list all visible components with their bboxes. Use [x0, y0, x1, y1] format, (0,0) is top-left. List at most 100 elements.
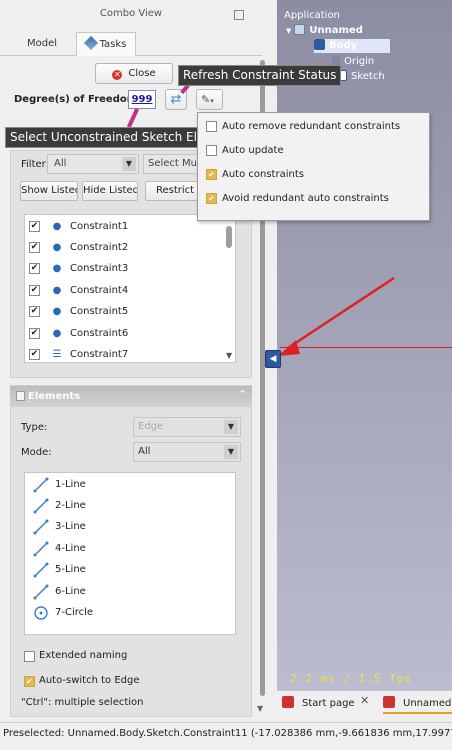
constraint-label: Constraint1	[70, 221, 129, 232]
constraint-list[interactable]: ✔ ● Constraint1 ✔ ● Constraint2 ✔ ● Constraint…	[24, 214, 236, 363]
constraint-checkbox[interactable]: ✔	[29, 263, 40, 274]
tab-tasks[interactable]: Tasks	[76, 32, 136, 56]
settings-dropdown-button[interactable]: ✎▾	[196, 89, 223, 110]
list-item[interactable]: 2-Line	[25, 495, 225, 516]
type-value: Edge	[138, 421, 164, 432]
collapse-panel-button[interactable]: ◀	[265, 350, 281, 368]
line-icon	[33, 584, 49, 600]
tree-item-body[interactable]: Body	[314, 39, 390, 53]
menu-item-avoid-redundant[interactable]: ✔ Avoid redundant auto constraints	[198, 187, 429, 211]
tab-label: Unnamed : 1	[403, 698, 452, 709]
list-scrollbar[interactable]	[226, 226, 232, 248]
list-item[interactable]: ✔ ● Constraint3	[25, 258, 225, 279]
menu-checkbox[interactable]: ✔	[206, 193, 217, 204]
undock-icon[interactable]	[234, 10, 244, 20]
close-button[interactable]: ✕ Close	[95, 63, 173, 84]
coincident-icon: ●	[52, 328, 62, 339]
list-item[interactable]: 7-Circle	[25, 602, 225, 623]
elements-header[interactable]: Elements	[10, 386, 252, 407]
restrict-visibility-button[interactable]: Restrict Visibility	[145, 181, 203, 201]
list-item[interactable]: ✔ ● Constraint4	[25, 280, 225, 301]
tab-tasks-label: Tasks	[99, 39, 127, 50]
tree-item-unnamed[interactable]: ▼ Unnamed	[286, 24, 363, 38]
chevron-down-icon[interactable]: ▼	[226, 351, 232, 360]
filter-select[interactable]: All ▼	[47, 154, 139, 174]
mode-value: All	[138, 446, 151, 457]
menu-item-auto-constraints[interactable]: ✔ Auto constraints	[198, 163, 429, 187]
coincident-icon: ●	[52, 263, 62, 274]
list-item[interactable]: ✔ ● Constraint6	[25, 323, 225, 344]
element-label: 1-Line	[55, 479, 86, 490]
coincident-icon: ●	[52, 221, 62, 232]
filter-label: Filter:	[21, 159, 49, 170]
constraint-label: Constraint5	[70, 306, 129, 317]
menu-item-label: Auto update	[222, 145, 284, 156]
extended-naming-checkbox[interactable]	[24, 651, 35, 662]
panel-tabbar: Model Tasks	[0, 32, 262, 56]
tree-item-label: Origin	[344, 56, 375, 67]
tab-model[interactable]: Model	[16, 32, 68, 56]
list-item[interactable]: 5-Line	[25, 559, 225, 580]
type-select[interactable]: Edge ▼	[133, 417, 241, 437]
element-label: 5-Line	[55, 564, 86, 575]
element-list[interactable]: 1-Line 2-Line 3-Line 4-Line 5-Line 6-Lin…	[24, 472, 236, 635]
mode-select[interactable]: All ▼	[133, 442, 241, 462]
list-item[interactable]: ✔ ● Constraint1	[25, 216, 225, 237]
dof-value-link[interactable]: 999	[128, 90, 156, 109]
equal-icon: ☰	[52, 349, 62, 360]
constraint-label: Constraint7	[70, 349, 129, 360]
panel-title: Combo View	[99, 8, 163, 19]
list-item[interactable]: 1-Line	[25, 474, 225, 495]
list-item[interactable]: 6-Line	[25, 581, 225, 602]
settings-menu: Auto remove redundant constraints Auto u…	[197, 112, 430, 221]
list-item[interactable]: 4-Line	[25, 538, 225, 559]
circle-icon	[34, 606, 48, 620]
tree-item-label: Body	[329, 40, 358, 51]
menu-checkbox[interactable]: ✔	[206, 169, 217, 180]
constraint-checkbox[interactable]: ✔	[29, 242, 40, 253]
tab-start-page[interactable]: Start page	[282, 694, 355, 714]
constraint-label: Constraint4	[70, 285, 129, 296]
element-label: 4-Line	[55, 543, 86, 554]
constraint-checkbox[interactable]: ✔	[29, 306, 40, 317]
constraint-checkbox[interactable]: ✔	[29, 221, 40, 232]
menu-item-label: Auto constraints	[222, 169, 304, 180]
mode-label: Mode:	[21, 447, 52, 458]
menu-checkbox[interactable]	[206, 121, 217, 132]
line-icon	[33, 562, 49, 578]
menu-item-label: Avoid redundant auto constraints	[222, 193, 389, 204]
constraint-checkbox[interactable]: ✔	[29, 349, 40, 360]
menu-checkbox[interactable]	[206, 145, 217, 156]
select-multiple-select[interactable]: Select Multiple	[143, 154, 203, 174]
tab-unnamed[interactable]: Unnamed : 1	[383, 694, 452, 714]
show-listed-button[interactable]: Show Listed	[20, 181, 78, 201]
list-item[interactable]: 3-Line	[25, 516, 225, 537]
hide-listed-button[interactable]: Hide Listed	[82, 181, 138, 201]
line-icon	[33, 519, 49, 535]
freecad-icon	[383, 696, 395, 708]
list-item[interactable]: ✔ ● Constraint5	[25, 301, 225, 322]
tab-label: Start page	[302, 698, 355, 709]
list-item[interactable]: ✔ ☰ Constraint7	[25, 344, 225, 362]
menu-item-auto-update[interactable]: Auto update	[198, 139, 429, 163]
close-tab-icon[interactable]: ✕	[360, 694, 369, 707]
tree-item-sketch[interactable]: Sketch	[336, 70, 385, 84]
auto-switch-checkbox[interactable]: ✔	[24, 676, 35, 687]
element-label: 6-Line	[55, 586, 86, 597]
close-label: Close	[128, 68, 156, 79]
chevron-down-icon[interactable]: ▼	[257, 704, 263, 713]
menu-item-auto-remove[interactable]: Auto remove redundant constraints	[198, 115, 429, 139]
chevron-up-icon[interactable]: ⌃	[238, 388, 247, 401]
document-icon	[294, 24, 306, 35]
wrench-icon: ✎	[201, 93, 211, 106]
fps-readout: 2.2 ms / 1.5 fps	[290, 672, 412, 685]
line-icon	[33, 498, 49, 514]
chevron-down-icon: ▾	[210, 97, 214, 105]
constraint-checkbox[interactable]: ✔	[29, 285, 40, 296]
list-item[interactable]: ✔ ● Constraint2	[25, 237, 225, 258]
constraint-checkbox[interactable]: ✔	[29, 328, 40, 339]
dof-label: Degree(s) of Freedom:	[14, 94, 142, 105]
coincident-icon: ●	[52, 285, 62, 296]
body-icon	[314, 39, 325, 50]
auto-switch-label: Auto-switch to Edge	[39, 675, 140, 686]
